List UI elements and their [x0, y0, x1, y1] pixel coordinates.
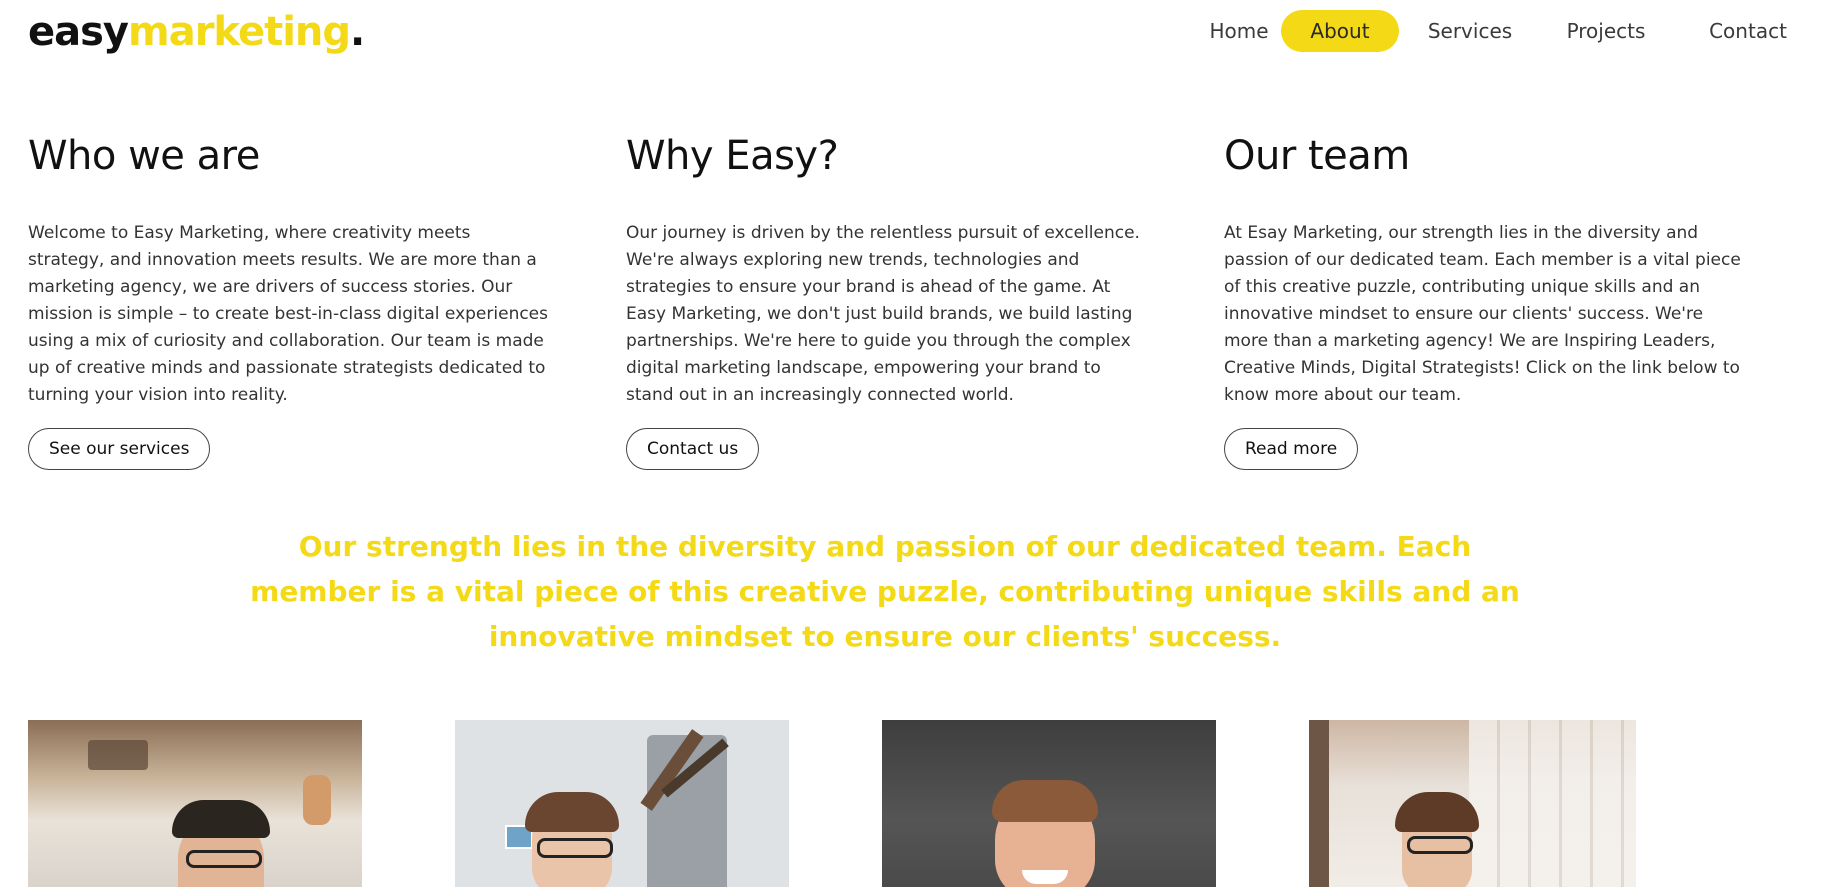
who-we-are-text: Welcome to Easy Marketing, where creativ…: [28, 223, 549, 405]
team-photo-2: [455, 720, 789, 887]
team-photo-3: [882, 720, 1216, 887]
contact-us-button[interactable]: Contact us: [626, 428, 760, 470]
our-team-title: Our team: [1224, 133, 1410, 179]
team-quote: Our strength lies in the diversity and p…: [250, 530, 1520, 653]
nav-services[interactable]: Services: [1413, 10, 1527, 52]
nav-about[interactable]: About: [1281, 10, 1399, 52]
site-header: easymarketing. Home About Services Proje…: [0, 0, 1822, 64]
logo-marketing-text: marketing: [128, 9, 351, 55]
nav-home[interactable]: Home: [1192, 10, 1286, 52]
logo-easy-text: easy: [28, 9, 129, 55]
team-photo-1: [28, 720, 362, 887]
our-team-section: Our team At Esay Marketing, our strength…: [1224, 128, 1754, 409]
why-easy-title: Why Easy?: [626, 133, 839, 179]
who-we-are-section: Who we are Welcome to Easy Marketing, wh…: [28, 128, 558, 409]
site-logo[interactable]: easymarketing.: [28, 6, 365, 58]
why-easy-text: Our journey is driven by the relentless …: [626, 223, 1140, 405]
our-team-text: At Esay Marketing, our strength lies in …: [1224, 223, 1741, 405]
team-photo-4: [1309, 720, 1636, 887]
see-services-button[interactable]: See our services: [28, 428, 211, 470]
who-we-are-title: Who we are: [28, 133, 260, 179]
nav-projects[interactable]: Projects: [1549, 10, 1663, 52]
why-easy-section: Why Easy? Our journey is driven by the r…: [626, 128, 1156, 409]
logo-dot: .: [350, 9, 365, 55]
read-more-button[interactable]: Read more: [1224, 428, 1359, 470]
nav-contact[interactable]: Contact: [1691, 10, 1805, 52]
